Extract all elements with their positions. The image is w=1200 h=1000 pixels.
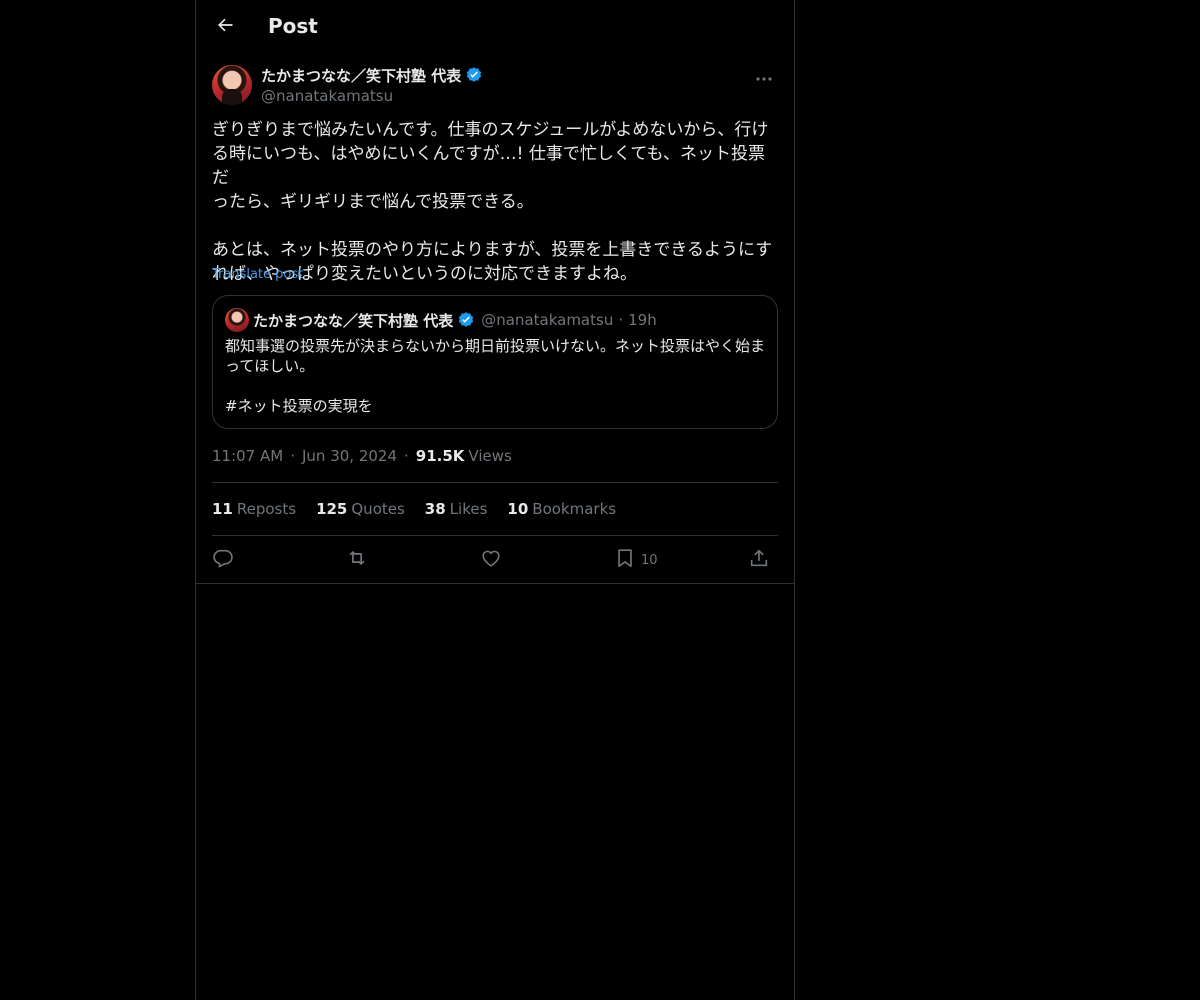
reposts-count: 11 xyxy=(212,500,233,518)
post-metadata: 11:07 AM · Jun 30, 2024 · 91.5K Views xyxy=(212,446,512,466)
quote-handle: @nanatakamatsu xyxy=(481,311,614,329)
quotes-stat[interactable]: 125 Quotes xyxy=(316,500,405,518)
meta-separator: · xyxy=(290,447,295,465)
quote-timestamp[interactable]: 19h xyxy=(628,311,657,329)
page-title: Post xyxy=(268,14,318,38)
quotes-count: 125 xyxy=(316,500,348,518)
share-button[interactable] xyxy=(748,545,770,575)
divider xyxy=(212,535,778,536)
bookmark-icon xyxy=(614,547,636,573)
avatar[interactable] xyxy=(212,65,252,105)
repost-icon xyxy=(346,547,368,573)
reposts-label: Reposts xyxy=(236,500,297,518)
reply-icon xyxy=(212,547,234,573)
reposts-stat[interactable]: 11 Reposts xyxy=(212,500,296,518)
post-text: ぎりぎりまで悩みたいんです。仕事のスケジュールがよめないから、行け る時にいつも… xyxy=(212,120,773,284)
quote-separator: · xyxy=(618,311,624,329)
bookmarks-label: Bookmarks xyxy=(532,500,617,518)
likes-stat[interactable]: 38 Likes xyxy=(425,500,488,518)
post-time[interactable]: 11:07 AM xyxy=(212,447,283,465)
action-bar: 10 xyxy=(212,545,778,575)
post-date[interactable]: Jun 30, 2024 xyxy=(302,447,397,465)
likes-label: Likes xyxy=(449,500,488,518)
verified-badge-icon xyxy=(465,66,483,84)
engagement-stats: 11 Reposts 125 Quotes 38 Likes 10 Bookmarks xyxy=(212,499,636,519)
quote-display-name: たかまつなな／笑下村塾 代表 xyxy=(253,311,454,330)
heart-icon xyxy=(480,547,502,573)
bookmarks-count: 10 xyxy=(507,500,529,518)
author-display-name[interactable]: たかまつなな／笑下村塾 代表 xyxy=(261,65,461,86)
bookmarks-stat[interactable]: 10 Bookmarks xyxy=(507,500,616,518)
quote-text: 都知事選の投票先が決まらないから期日前投票いけない。ネット投票はやく始ま ってほ… xyxy=(225,337,766,415)
like-button[interactable] xyxy=(480,545,502,575)
reply-button[interactable] xyxy=(212,545,234,575)
repost-button[interactable] xyxy=(346,545,368,575)
verified-badge-icon xyxy=(457,311,475,329)
quote-avatar xyxy=(225,308,249,332)
more-button[interactable] xyxy=(750,65,778,87)
views-label: Views xyxy=(468,447,512,465)
bookmark-button[interactable]: 10 xyxy=(614,545,658,575)
bookmark-count: 10 xyxy=(641,552,658,568)
author-handle[interactable]: @nanatakamatsu xyxy=(261,87,393,105)
views-count: 91.5K xyxy=(415,447,465,465)
more-horizontal-icon xyxy=(755,67,773,86)
arrow-left-icon xyxy=(215,15,235,39)
post-column: Post たかまつなな／笑下村塾 代表 @nanatakamatsu ぎりぎりま… xyxy=(195,0,795,1000)
divider xyxy=(196,583,794,584)
translate-post-link[interactable]: Translate post xyxy=(212,267,303,282)
likes-count: 38 xyxy=(424,500,446,518)
back-button[interactable] xyxy=(208,10,242,44)
page-header: Post xyxy=(196,0,794,53)
meta-separator: · xyxy=(404,447,409,465)
share-icon xyxy=(748,547,770,573)
quotes-label: Quotes xyxy=(351,500,405,518)
post-author: たかまつなな／笑下村塾 代表 @nanatakamatsu xyxy=(212,65,778,107)
divider xyxy=(212,482,778,483)
quoted-post[interactable]: たかまつなな／笑下村塾 代表 @nanatakamatsu · 19h 都知事選… xyxy=(212,295,778,429)
